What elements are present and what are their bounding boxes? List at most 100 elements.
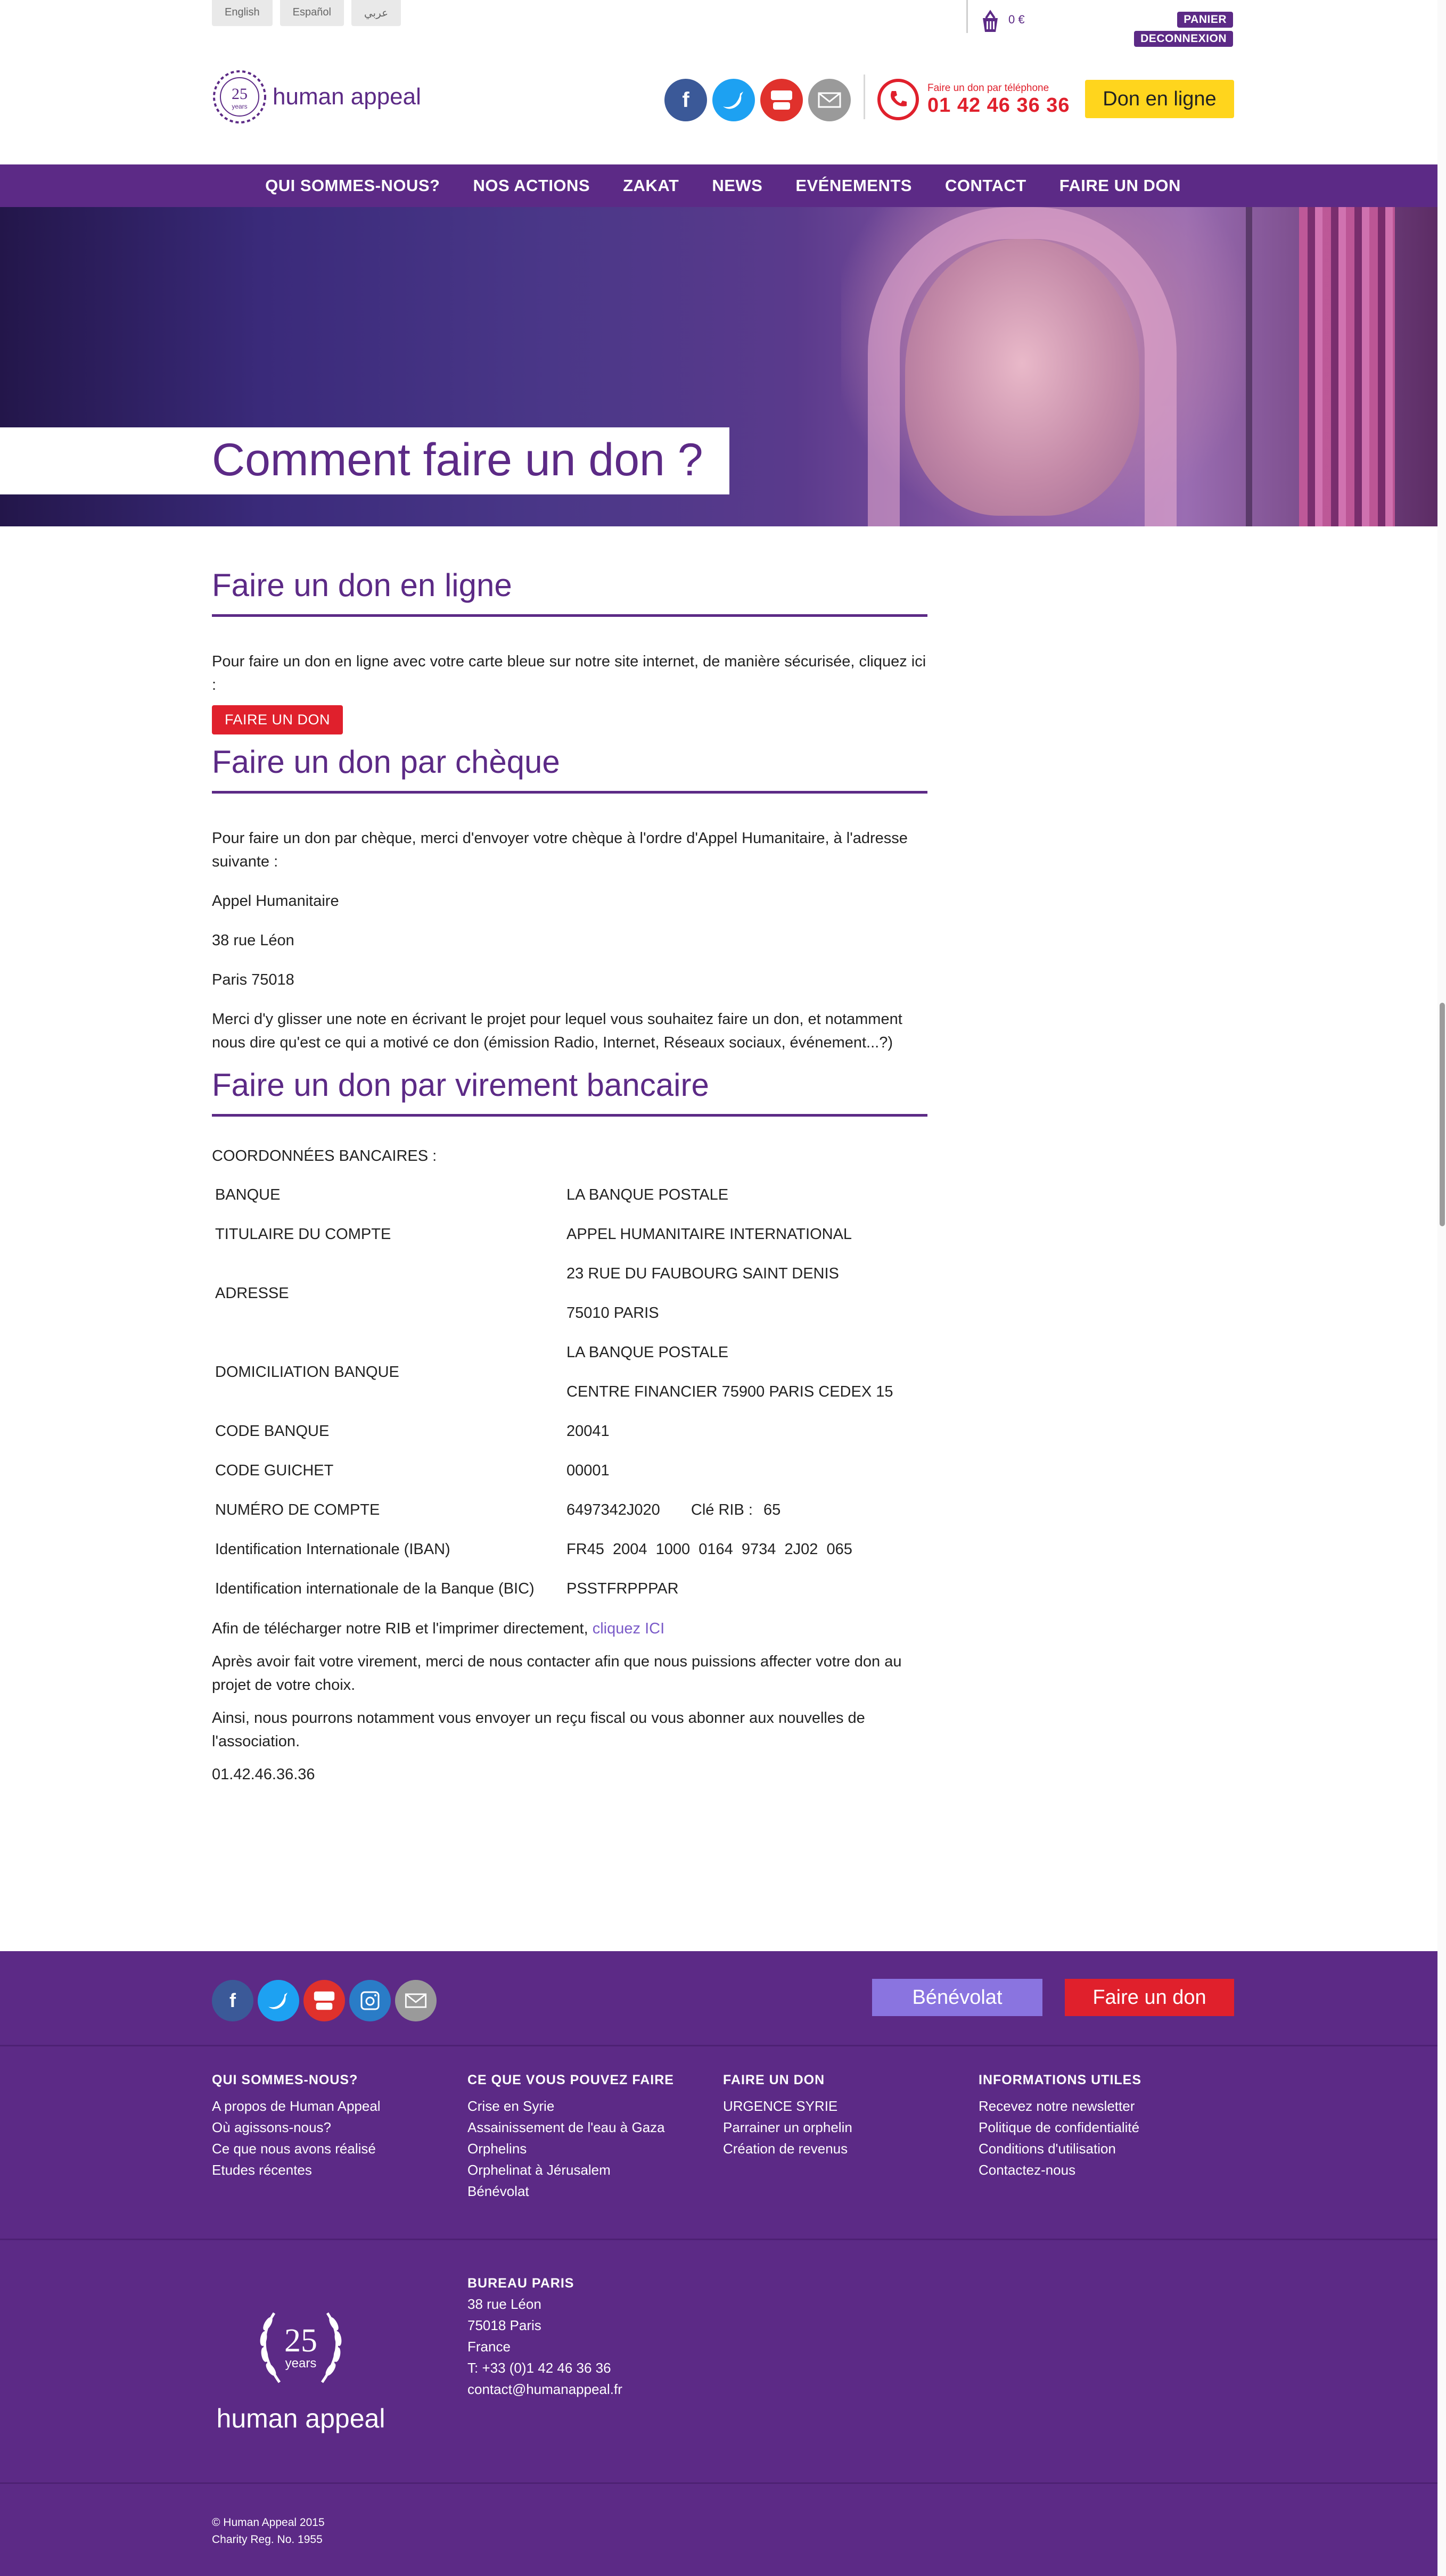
footer-logo-years-number: 25 — [284, 2323, 317, 2359]
footer-link[interactable]: Crise en Syrie — [467, 2095, 723, 2117]
mail-icon[interactable] — [808, 79, 851, 121]
footer-link[interactable]: Conditions d'utilisation — [979, 2138, 1234, 2159]
footer-link[interactable]: Politique de confidentialité — [979, 2117, 1234, 2138]
panier-link[interactable]: PANIER — [1177, 12, 1233, 28]
facebook-icon[interactable]: f — [212, 1980, 253, 2021]
charity-reg: Charity Reg. No. 1955 — [212, 2533, 323, 2546]
domiciliation-value: LA BANQUE POSTALE CENTRE FINANCIER 75900… — [563, 1333, 927, 1411]
nav-qui-sommes-nous[interactable]: QUI SOMMES-NOUS? — [265, 176, 440, 195]
footer-link[interactable]: Contactez-nous — [979, 2159, 1234, 2181]
phone-donation[interactable]: Faire un don par téléphone 01 42 46 36 3… — [877, 79, 1070, 120]
nav-contact[interactable]: CONTACT — [945, 176, 1026, 195]
bureau-line: France — [467, 2339, 511, 2355]
instagram-icon[interactable] — [349, 1980, 391, 2021]
page-title: Comment faire un don ? — [212, 434, 703, 485]
footer-logo-years-word: years — [285, 2356, 317, 2371]
footer-link[interactable]: Parrainer un orphelin — [723, 2117, 979, 2138]
lang-espanol[interactable]: Español — [280, 0, 344, 26]
logo-text: human appeal — [273, 84, 421, 110]
iban-label: Identification Internationale (IBAN) — [215, 1541, 450, 1558]
footer-link[interactable]: Bénévolat — [467, 2181, 723, 2202]
footer-link[interactable]: URGENCE SYRIE — [723, 2095, 979, 2117]
bureau-line: 38 rue Léon — [467, 2296, 541, 2312]
code-guichet-value: 00001 — [566, 1462, 610, 1479]
site-logo[interactable]: 25 years human appeal — [212, 69, 421, 125]
footer-divider — [0, 2482, 1446, 2484]
bic-label: Identification internationale de la Banq… — [215, 1580, 535, 1597]
bank-label: BANQUE — [215, 1186, 281, 1203]
online-text: Pour faire un don en ligne avec votre ca… — [212, 653, 926, 693]
lang-arabic[interactable]: عربي — [351, 0, 401, 26]
mail-icon[interactable] — [395, 1980, 437, 2021]
table-row: Identification Internationale (IBAN) FR4… — [212, 1530, 927, 1569]
nav-news[interactable]: NEWS — [712, 176, 762, 195]
footer-logo[interactable]: 25 years human appeal — [213, 2292, 389, 2434]
code-banque-value: 20041 — [566, 1423, 610, 1440]
footer-col-qui-sommes-nous: QUI SOMMES-NOUS? A propos de Human Appea… — [212, 2073, 467, 2202]
cart[interactable]: 0 € — [979, 10, 1025, 34]
twitter-icon[interactable] — [712, 79, 755, 121]
footer-columns: QUI SOMMES-NOUS? A propos de Human Appea… — [212, 2073, 1234, 2202]
footer-link[interactable]: Etudes récentes — [212, 2159, 467, 2181]
nav-zakat[interactable]: ZAKAT — [623, 176, 679, 195]
account-number-cell: 6497342J020 Clé RIB : 65 — [563, 1490, 927, 1530]
table-row: DOMICILIATION BANQUE LA BANQUE POSTALE C… — [212, 1333, 927, 1411]
youtube-icon[interactable] — [760, 79, 803, 121]
section-title-cheque: Faire un don par chèque — [212, 744, 560, 780]
contact-phone: 01.42.46.36.36 — [212, 1766, 315, 1783]
footer-col-title: INFORMATIONS UTILES — [979, 2073, 1142, 2087]
holder-value: APPEL HUMANITAIRE INTERNATIONAL — [566, 1226, 852, 1243]
footer-link[interactable]: Ce que nous avons réalisé — [212, 2138, 467, 2159]
copyright: © Human Appeal 2015 — [212, 2516, 325, 2529]
section-title-virement: Faire un don par virement bancaire — [212, 1067, 709, 1103]
hero-portrait — [905, 239, 1139, 516]
rib-download-link[interactable]: cliquez ICI — [593, 1620, 664, 1637]
twitter-icon[interactable] — [258, 1980, 299, 2021]
hero-door — [1299, 207, 1395, 526]
iban-value: FR45 2004 1000 0164 9734 2J02 065 — [566, 1541, 852, 1558]
bureau-phone[interactable]: T: +33 (0)1 42 46 36 36 — [467, 2357, 622, 2379]
footer-link[interactable]: Création de revenus — [723, 2138, 979, 2159]
lang-english[interactable]: English — [212, 0, 273, 26]
phone-divider — [864, 75, 865, 119]
cart-amount: 0 € — [1008, 13, 1025, 26]
youtube-icon[interactable] — [303, 1980, 345, 2021]
benevolat-button[interactable]: Bénévolat — [872, 1979, 1042, 2016]
faire-un-don-button[interactable]: FAIRE UN DON — [212, 705, 343, 734]
footer-link[interactable]: Où agissons-nous? — [212, 2117, 467, 2138]
domiciliation-line-1: LA BANQUE POSTALE — [566, 1344, 729, 1361]
domiciliation-label: DOMICILIATION BANQUE — [215, 1363, 399, 1381]
cheque-address-name: Appel Humanitaire — [212, 893, 339, 910]
footer-address: BUREAU PARIS 38 rue Léon 75018 Paris Fra… — [467, 2276, 622, 2400]
footer-link[interactable]: Orphelins — [467, 2138, 723, 2159]
holder-label: TITULAIRE DU COMPTE — [215, 1226, 391, 1243]
footer-divider — [0, 2045, 1446, 2046]
table-row: NUMÉRO DE COMPTE 6497342J020 Clé RIB : 6… — [212, 1490, 927, 1530]
hero-banner: Comment faire un don ? — [0, 207, 1446, 526]
logo-years-number: 25 — [232, 85, 248, 103]
nav-nos-actions[interactable]: NOS ACTIONS — [473, 176, 590, 195]
footer-link[interactable]: A propos de Human Appeal — [212, 2095, 467, 2117]
nav-evenements[interactable]: EVÉNEMENTS — [795, 176, 912, 195]
site-footer: f Bénévolat Faire un don QUI SOMMES-NOUS… — [0, 1951, 1446, 2576]
facebook-icon[interactable]: f — [664, 79, 707, 121]
page-scrollbar[interactable] — [1437, 0, 1446, 2576]
scrollbar-thumb[interactable] — [1440, 1003, 1445, 1226]
footer-legal: © Human Appeal 2015 Charity Reg. No. 195… — [212, 2514, 325, 2548]
phone-label: Faire un don par téléphone — [927, 82, 1049, 94]
after-transfer-text: Après avoir fait votre virement, merci d… — [212, 1653, 902, 1694]
section-rule — [212, 614, 927, 617]
footer-link[interactable]: Assainissement de l'eau à Gaza — [467, 2117, 723, 2138]
bureau-title: BUREAU PARIS — [467, 2276, 574, 2291]
footer-link[interactable]: Recevez notre newsletter — [979, 2095, 1234, 2117]
bureau-email[interactable]: contact@humanappeal.fr — [467, 2379, 622, 2400]
site-header: English Español عربي 0 € PANIER DECONNEX… — [0, 0, 1446, 164]
rib-key-value: 65 — [763, 1501, 781, 1518]
nav-faire-un-don[interactable]: FAIRE UN DON — [1059, 176, 1181, 195]
deconnexion-link[interactable]: DECONNEXION — [1134, 31, 1233, 47]
bank-coord-label: COORDONNÉES BANCAIRES : — [212, 1147, 437, 1165]
footer-link[interactable]: Orphelinat à Jérusalem — [467, 2159, 723, 2181]
footer-faire-un-don-button[interactable]: Faire un don — [1065, 1979, 1234, 2016]
rib-key-label: Clé RIB : — [691, 1501, 753, 1518]
don-en-ligne-button[interactable]: Don en ligne — [1085, 80, 1234, 118]
